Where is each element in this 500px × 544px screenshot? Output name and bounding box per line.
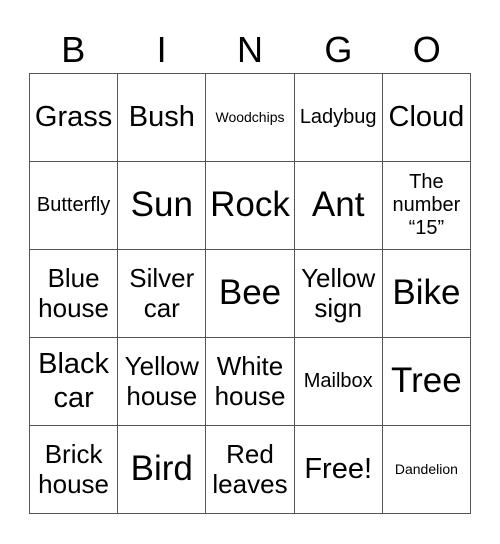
bingo-cell[interactable]: Blue house [30, 250, 119, 338]
bingo-cell-label: Rock [210, 185, 290, 225]
bingo-cell-label: Dandelion [394, 461, 458, 478]
bingo-cell[interactable]: Yellow house [118, 338, 207, 426]
bingo-cell[interactable]: Yellow sign [294, 250, 383, 338]
bingo-cell[interactable]: Brick house [30, 426, 119, 514]
bingo-cell[interactable]: Free! [294, 426, 383, 514]
bingo-cell[interactable]: The number “15” [382, 162, 471, 250]
bingo-cell-label: Sun [130, 185, 193, 225]
bingo-cell-label: Black car [38, 348, 110, 414]
bingo-cell-label: Yellow sign [301, 262, 376, 323]
bingo-cell[interactable]: Red leaves [206, 426, 295, 514]
bingo-cell-label: Bee [218, 273, 282, 313]
header-letter-o: O [412, 29, 441, 70]
bingo-cell-label: Bike [392, 273, 461, 313]
bingo-header: B I N G O [29, 28, 471, 72]
bingo-cell-label: Mailbox [303, 370, 373, 392]
bingo-cell[interactable]: Mailbox [294, 338, 383, 426]
bingo-cell-label: Butterfly [36, 194, 111, 216]
bingo-cell[interactable]: Dandelion [382, 426, 471, 514]
bingo-cell-label: Silver car [129, 262, 195, 323]
bingo-cell[interactable]: White house [206, 338, 295, 426]
bingo-cell[interactable]: Bird [118, 426, 207, 514]
bingo-cell-label: Blue house [38, 262, 110, 323]
bingo-cell-label: Tree [391, 361, 462, 401]
bingo-cell-label: Cloud [388, 100, 465, 133]
bingo-cell-label: Ant [311, 185, 365, 225]
bingo-grid: Grass Bush Woodchips Ladybug Cloud Butterfly S… [29, 73, 471, 514]
bingo-cell-label: Bush [128, 100, 195, 133]
header-letter-b: B [61, 29, 86, 70]
bingo-cell[interactable]: Ladybug [294, 74, 383, 162]
bingo-cell[interactable]: Ant [294, 162, 383, 250]
bingo-cell-label: Ladybug [299, 106, 377, 128]
bingo-cell-label: Woodchips [215, 109, 285, 126]
bingo-cell-label: White house [214, 350, 286, 411]
bingo-cell-label: Yellow house [124, 350, 199, 411]
bingo-cell[interactable]: Sun [118, 162, 207, 250]
bingo-cell-label: Bird [130, 449, 193, 489]
header-letter-i: I [156, 29, 167, 70]
bingo-cell[interactable]: Bee [206, 250, 295, 338]
bingo-cell[interactable]: Bush [118, 74, 207, 162]
bingo-cell[interactable]: Tree [382, 338, 471, 426]
bingo-cell[interactable]: Rock [206, 162, 295, 250]
bingo-cell[interactable]: Butterfly [30, 162, 119, 250]
bingo-cell[interactable]: Woodchips [206, 74, 295, 162]
bingo-cell-label: Red leaves [212, 438, 288, 499]
bingo-cell-label: Grass [34, 100, 113, 133]
bingo-cell-label: Free! [304, 452, 373, 485]
bingo-cell[interactable]: Bike [382, 250, 471, 338]
bingo-cell-label: Brick house [38, 438, 110, 499]
bingo-cell-label: The number “15” [392, 171, 461, 239]
bingo-cell[interactable]: Cloud [382, 74, 471, 162]
bingo-cell[interactable]: Silver car [118, 250, 207, 338]
header-letter-g: G [324, 29, 353, 70]
header-letter-n: N [236, 29, 263, 70]
bingo-cell[interactable]: Grass [30, 74, 119, 162]
bingo-cell[interactable]: Black car [30, 338, 119, 426]
